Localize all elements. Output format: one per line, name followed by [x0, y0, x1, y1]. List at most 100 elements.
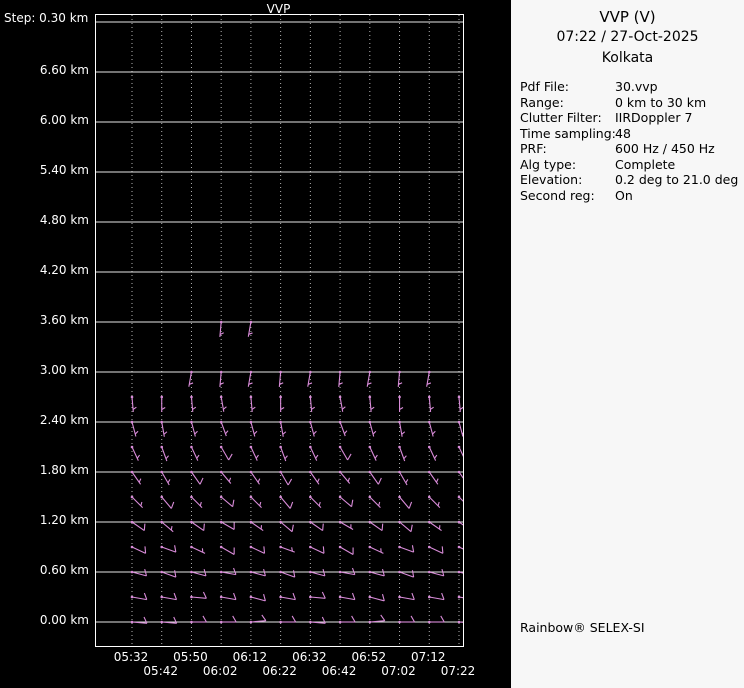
wind-barb [247, 320, 253, 337]
wind-barb [279, 420, 287, 437]
wind-barb [427, 495, 441, 508]
wind-barb [457, 595, 463, 599]
x-axis-labels: 05:32 05:42 05:50 06:02 06:12 06:22 06:32 06:42… [95, 650, 476, 682]
wind-barb [249, 495, 262, 508]
y-tick-label: 1.80 km [39, 463, 89, 477]
wind-barb [130, 445, 141, 461]
info-value: 30.vvp [615, 79, 658, 94]
info-row: Alg type: Complete [520, 157, 744, 173]
wind-barb [309, 591, 326, 599]
info-value: 600 Hz / 450 Hz [615, 141, 715, 156]
info-value: 0.2 deg to 21.0 deg [615, 172, 739, 187]
wind-barb [368, 545, 384, 554]
wind-barb [368, 495, 381, 508]
info-label: Range: [520, 94, 564, 110]
wind-barb [190, 445, 200, 461]
wind-barb [190, 420, 198, 437]
y-tick-label: 4.80 km [39, 213, 89, 227]
x-tick-label: 06:42 [321, 664, 357, 678]
wind-barb [309, 445, 319, 461]
wind-barb [249, 545, 266, 554]
wind-barb [219, 495, 235, 508]
x-tick-label: 06:02 [202, 664, 238, 678]
info-label: Second reg: [520, 187, 595, 203]
wind-barb [190, 495, 203, 508]
wind-barb [427, 420, 436, 437]
info-value: On [615, 187, 633, 203]
wind-barb [249, 420, 258, 437]
wind-barb [249, 445, 259, 461]
wind-barb [130, 420, 139, 437]
x-tick-label: 05:42 [143, 664, 179, 678]
wind-barb [160, 420, 168, 437]
wind-barb [160, 592, 178, 601]
software-brand: Rainbow® SELEX-SI [520, 620, 645, 635]
wind-barb [279, 445, 288, 462]
wind-barb [188, 370, 194, 387]
wind-barb [338, 615, 356, 624]
wind-barb [130, 495, 143, 508]
wind-barb [249, 593, 266, 602]
y-tick-label: 6.60 km [39, 63, 89, 77]
y-tick-label: 0.00 km [39, 613, 89, 627]
wind-barb [219, 445, 233, 461]
wind-barb [307, 370, 313, 387]
wind-barb [219, 370, 224, 387]
wind-barb [427, 545, 444, 554]
wind-barb [457, 570, 463, 574]
wind-barb [368, 470, 382, 485]
info-value: 48 [615, 125, 631, 141]
wind-barb [398, 495, 413, 509]
y-tick-label: 3.60 km [39, 313, 89, 327]
info-row: PRF: 600 Hz / 450 Hz [520, 141, 744, 157]
info-label: Clutter Filter: [520, 110, 602, 125]
wind-barb [457, 545, 463, 550]
wind-barb [160, 470, 171, 486]
info-label: Alg type: [520, 156, 577, 172]
wind-barb [398, 445, 407, 462]
wind-barb [398, 420, 406, 437]
info-row: Time sampling: 48 [520, 126, 744, 142]
wind-barb [190, 591, 207, 599]
wind-barb [160, 395, 166, 412]
wind-barb [249, 470, 261, 485]
info-label: PRF: [520, 141, 547, 156]
y-tick-label: 4.20 km [39, 263, 89, 277]
y-tick-label: 6.00 km [39, 113, 89, 127]
info-row: Pdf File: 30.vvp [520, 79, 744, 95]
wind-barb [338, 495, 354, 508]
wind-barb [457, 445, 463, 457]
wind-barb [309, 495, 322, 508]
x-tick-label: 06:32 [292, 650, 327, 664]
wind-profile-plot [95, 14, 464, 647]
wind-barb [309, 568, 326, 577]
wind-barb [279, 615, 297, 624]
wind-barb [130, 568, 148, 577]
wind-barb [338, 545, 354, 555]
wind-barb [457, 495, 463, 502]
wind-barb [427, 615, 445, 624]
y-tick-label: 0.60 km [39, 563, 89, 577]
wind-barb [338, 592, 356, 601]
product-title: VVP (V) [599, 8, 656, 26]
info-value: 0 km to 30 km [615, 94, 707, 110]
wind-barb [368, 445, 378, 461]
wind-barb [130, 545, 147, 554]
wind-barb [219, 567, 237, 576]
wind-barb [130, 592, 148, 601]
wind-barb [190, 545, 206, 554]
station-name: Kolkata [601, 50, 654, 66]
wind-barb [427, 568, 445, 577]
wind-barb [219, 545, 235, 555]
info-value: IIRDoppler 7 [615, 110, 693, 125]
info-row: Clutter Filter: IIRDoppler 7 [520, 110, 744, 126]
wind-barb [427, 592, 445, 601]
x-tick-label: 07:12 [410, 650, 446, 664]
wind-barb [279, 495, 294, 509]
wind-barb [457, 420, 463, 437]
wind-barb [309, 420, 317, 437]
wind-barb [338, 445, 352, 461]
y-tick-label: 2.40 km [39, 413, 89, 427]
x-tick-label: 05:32 [113, 650, 149, 664]
wind-barb [279, 395, 285, 412]
